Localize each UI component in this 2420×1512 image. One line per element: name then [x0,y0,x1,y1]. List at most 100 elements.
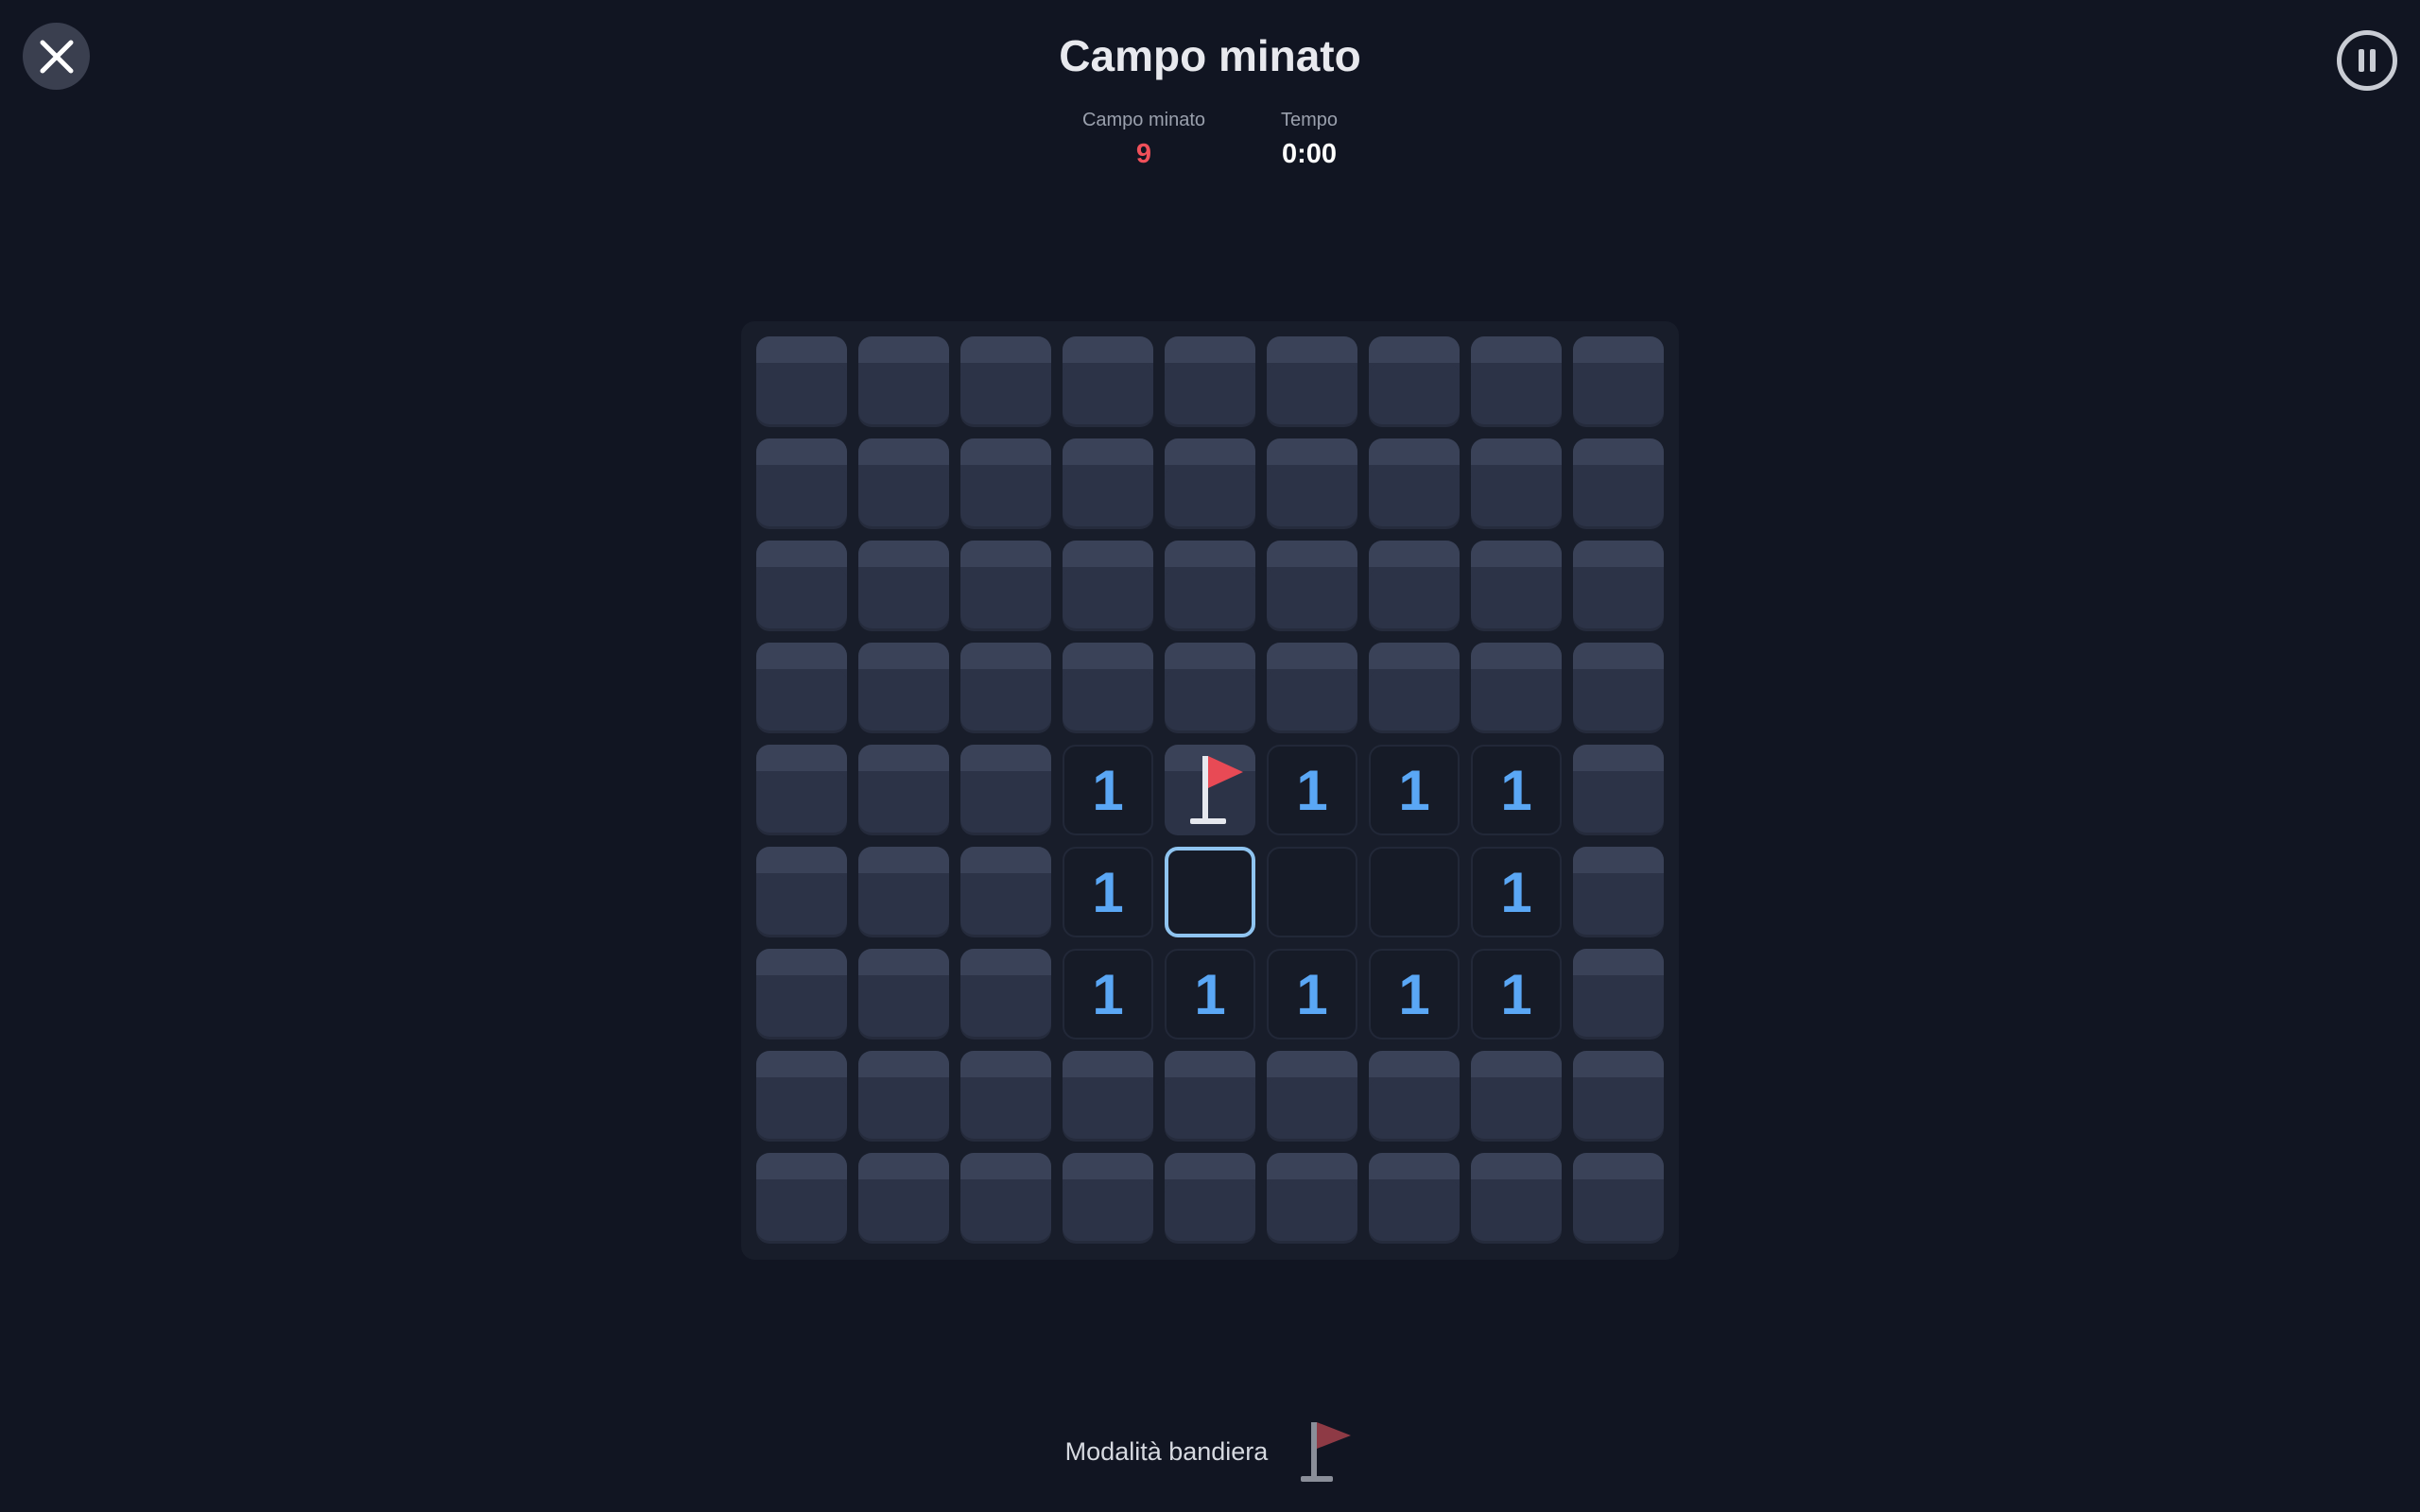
covered-cell[interactable] [1573,438,1664,529]
cell-number: 1 [1092,962,1124,1026]
covered-cell[interactable] [960,1153,1051,1244]
covered-cell[interactable] [858,438,949,529]
cell-number: 1 [1398,962,1430,1026]
number-cell[interactable]: 1 [1267,949,1357,1040]
covered-cell[interactable] [756,847,847,937]
covered-cell[interactable] [756,1153,847,1244]
selected-cell[interactable] [1165,847,1255,937]
covered-cell[interactable] [1369,1153,1460,1244]
covered-cell[interactable] [1471,336,1562,427]
time-label: Tempo [1281,110,1339,130]
covered-cell[interactable] [1573,336,1664,427]
covered-cell[interactable] [1267,1051,1357,1142]
covered-cell[interactable] [1063,643,1153,733]
covered-cell[interactable] [1063,336,1153,427]
covered-cell[interactable] [1165,1051,1255,1142]
flagged-cell[interactable] [1165,745,1255,835]
covered-cell[interactable] [1267,336,1357,427]
covered-cell[interactable] [1267,541,1357,631]
covered-cell[interactable] [1165,541,1255,631]
covered-cell[interactable] [1573,1051,1664,1142]
number-cell[interactable]: 1 [1471,949,1562,1040]
covered-cell[interactable] [756,1051,847,1142]
covered-cell[interactable] [960,949,1051,1040]
cell-number: 1 [1398,758,1430,822]
covered-cell[interactable] [756,541,847,631]
covered-cell[interactable] [960,643,1051,733]
number-cell[interactable]: 1 [1165,949,1255,1040]
covered-cell[interactable] [1369,336,1460,427]
covered-cell[interactable] [1471,1153,1562,1244]
covered-cell[interactable] [960,745,1051,835]
number-cell[interactable]: 1 [1063,847,1153,937]
covered-cell[interactable] [1573,847,1664,937]
covered-cell[interactable] [858,643,949,733]
covered-cell[interactable] [1573,643,1664,733]
covered-cell[interactable] [1471,1051,1562,1142]
covered-cell[interactable] [1573,1153,1664,1244]
covered-cell[interactable] [1369,1051,1460,1142]
cell-number: 1 [1500,758,1532,822]
number-cell[interactable]: 1 [1471,745,1562,835]
covered-cell[interactable] [1369,541,1460,631]
covered-cell[interactable] [1471,438,1562,529]
time-stat: Tempo 0:00 [1281,110,1338,170]
page-title: Campo minato [1059,31,1361,80]
covered-cell[interactable] [1573,745,1664,835]
covered-cell[interactable] [1573,541,1664,631]
flag-mode-toggle[interactable] [1298,1418,1355,1486]
pause-button[interactable] [2337,30,2397,91]
covered-cell[interactable] [1063,438,1153,529]
stats-panel: Campo minato 9 Tempo 0:00 [0,110,2420,170]
covered-cell[interactable] [1471,643,1562,733]
pause-icon [2356,49,2378,72]
covered-cell[interactable] [1267,438,1357,529]
covered-cell[interactable] [858,336,949,427]
covered-cell[interactable] [756,438,847,529]
covered-cell[interactable] [1369,643,1460,733]
number-cell[interactable]: 1 [1267,745,1357,835]
covered-cell[interactable] [858,847,949,937]
cell-number: 1 [1296,962,1328,1026]
flag-icon [1190,756,1243,824]
number-cell[interactable]: 1 [1471,847,1562,937]
covered-cell[interactable] [1471,541,1562,631]
covered-cell[interactable] [858,541,949,631]
covered-cell[interactable] [1165,1153,1255,1244]
covered-cell[interactable] [960,541,1051,631]
covered-cell[interactable] [1267,643,1357,733]
covered-cell[interactable] [1573,949,1664,1040]
covered-cell[interactable] [1063,1153,1153,1244]
empty-cell[interactable] [1267,847,1357,937]
covered-cell[interactable] [1165,438,1255,529]
covered-cell[interactable] [756,745,847,835]
cell-number: 1 [1296,758,1328,822]
covered-cell[interactable] [858,1153,949,1244]
cell-number: 1 [1092,758,1124,822]
number-cell[interactable]: 1 [1063,949,1153,1040]
number-cell[interactable]: 1 [1063,745,1153,835]
covered-cell[interactable] [960,336,1051,427]
empty-cell[interactable] [1369,847,1460,937]
covered-cell[interactable] [960,438,1051,529]
number-cell[interactable]: 1 [1369,745,1460,835]
number-cell[interactable]: 1 [1369,949,1460,1040]
covered-cell[interactable] [960,1051,1051,1142]
timer: 0:00 [1282,139,1338,169]
flag-icon [1301,1422,1352,1482]
covered-cell[interactable] [858,949,949,1040]
covered-cell[interactable] [756,643,847,733]
covered-cell[interactable] [756,949,847,1040]
covered-cell[interactable] [1369,438,1460,529]
covered-cell[interactable] [960,847,1051,937]
covered-cell[interactable] [1165,336,1255,427]
covered-cell[interactable] [858,1051,949,1142]
cell-number: 1 [1092,860,1124,924]
mines-stat: Campo minato 9 [1082,110,1205,170]
covered-cell[interactable] [858,745,949,835]
covered-cell[interactable] [756,336,847,427]
covered-cell[interactable] [1165,643,1255,733]
covered-cell[interactable] [1063,1051,1153,1142]
covered-cell[interactable] [1267,1153,1357,1244]
covered-cell[interactable] [1063,541,1153,631]
